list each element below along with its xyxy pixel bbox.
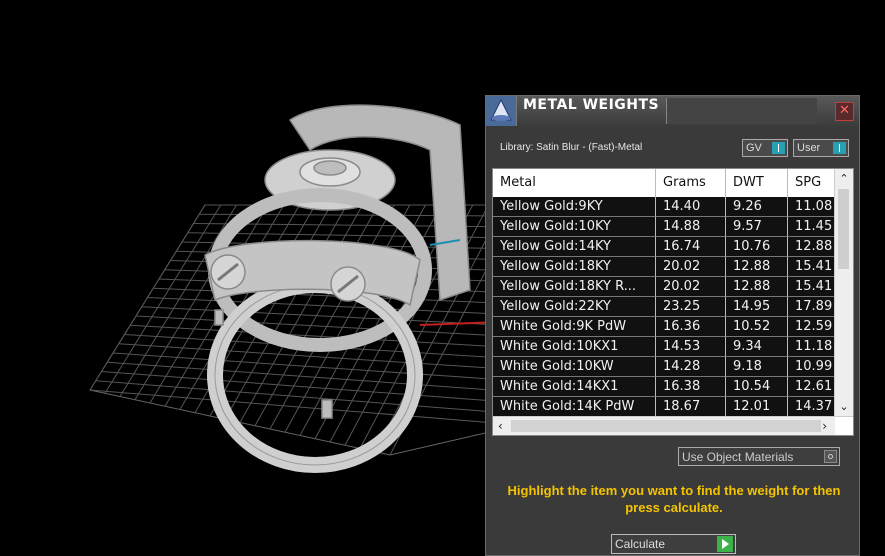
cell-grams: 20.02 [656, 257, 726, 277]
cell-spg: 11.45 [788, 217, 835, 237]
close-button[interactable]: ✕ [835, 102, 854, 121]
table-row[interactable]: White Gold:10KW 14.28 9.18 10.99 [493, 357, 835, 377]
table-row[interactable]: Yellow Gold:9KY 14.40 9.26 11.08 [493, 197, 835, 217]
metal-table[interactable]: Metal Grams DWT SPG Yellow Gold:9KY 14.40… [492, 168, 854, 436]
cell-grams: 14.88 [656, 217, 726, 237]
cell-dwt: 12.88 [726, 257, 788, 277]
title-tab [666, 98, 817, 124]
cell-metal: White Gold:14K PdW [493, 397, 656, 417]
cell-spg: 11.18 [788, 337, 835, 357]
table-row[interactable]: Yellow Gold:14KY 16.74 10.76 12.88 [493, 237, 835, 257]
cell-dwt: 9.57 [726, 217, 788, 237]
cell-grams: 16.38 [656, 377, 726, 397]
cell-grams: 23.25 [656, 297, 726, 317]
cell-spg: 10.99 [788, 357, 835, 377]
cell-spg: 15.41 [788, 257, 835, 277]
use-object-materials-label: Use Object Materials [682, 450, 794, 464]
cell-dwt: 14.95 [726, 297, 788, 317]
scroll-corner [835, 417, 853, 435]
horizontal-scrollbar[interactable]: ‹ › [493, 416, 853, 435]
metal-weights-app-icon [486, 96, 517, 126]
cell-dwt: 10.54 [726, 377, 788, 397]
grid-line [135, 315, 521, 338]
calculate-label: Calculate [615, 537, 666, 551]
cell-metal: Yellow Gold:10KY [493, 217, 656, 237]
grid-line [187, 232, 521, 239]
cell-metal: Yellow Gold:22KY [493, 297, 656, 317]
column-header-dwt[interactable]: DWT [726, 169, 788, 197]
cell-metal: Yellow Gold:18KY [493, 257, 656, 277]
cell-spg: 12.61 [788, 377, 835, 397]
gv-toggle-label: GV [746, 142, 762, 154]
use-object-materials-toggle[interactable]: Use Object Materials [678, 447, 840, 466]
table-row[interactable]: Yellow Gold:18KY 20.02 12.88 15.41 [493, 257, 835, 277]
metal-weights-panel: METAL WEIGHTS ✕ Library: Satin Blur - (F… [485, 95, 860, 556]
cell-metal: White Gold:10KX1 [493, 337, 656, 357]
cell-dwt: 10.52 [726, 317, 788, 337]
panel-titlebar[interactable]: METAL WEIGHTS ✕ [486, 96, 859, 126]
toggle-switch-icon [772, 142, 785, 154]
scroll-thumb[interactable] [511, 420, 821, 432]
cell-spg: 12.88 [788, 237, 835, 257]
cell-dwt: 12.01 [726, 397, 788, 417]
chevron-right-icon[interactable]: › [822, 419, 827, 433]
cell-dwt: 9.34 [726, 337, 788, 357]
chevron-down-icon[interactable]: ⌄ [838, 401, 850, 413]
user-toggle-label: User [797, 142, 821, 154]
cell-grams: 16.36 [656, 317, 726, 337]
cell-grams: 14.40 [656, 197, 726, 217]
toggle-switch-icon [833, 142, 846, 154]
table-body: Yellow Gold:9KY 14.40 9.26 11.08 Yellow Gold… [493, 197, 835, 417]
table-row[interactable]: Yellow Gold:10KY 14.88 9.57 11.45 [493, 217, 835, 237]
cell-spg: 11.08 [788, 197, 835, 217]
cell-metal: White Gold:9K PdW [493, 317, 656, 337]
column-header-metal[interactable]: Metal [493, 169, 656, 197]
cell-spg: 15.41 [788, 277, 835, 297]
cell-grams: 14.28 [656, 357, 726, 377]
close-icon: ✕ [839, 103, 850, 118]
cell-spg: 14.37 [788, 397, 835, 417]
cell-dwt: 12.88 [726, 277, 788, 297]
cell-metal: Yellow Gold:9KY [493, 197, 656, 217]
cell-dwt: 9.18 [726, 357, 788, 377]
scroll-thumb[interactable] [838, 189, 849, 269]
table-row[interactable]: Yellow Gold:18KY R... 20.02 12.88 15.41 [493, 277, 835, 297]
cell-spg: 17.89 [788, 297, 835, 317]
cell-metal: White Gold:14KX1 [493, 377, 656, 397]
column-header-spg[interactable]: SPG [788, 169, 835, 197]
play-icon [717, 536, 733, 552]
table-header: Metal Grams DWT SPG [493, 169, 835, 197]
column-header-grams[interactable]: Grams [656, 169, 726, 197]
cell-grams: 18.67 [656, 397, 726, 417]
gv-toggle[interactable]: GV [742, 139, 788, 157]
user-toggle[interactable]: User [793, 139, 849, 157]
cell-spg: 12.59 [788, 317, 835, 337]
radio-icon [824, 450, 837, 463]
chevron-left-icon[interactable]: ‹ [498, 419, 503, 433]
table-row[interactable]: Yellow Gold:22KY 23.25 14.95 17.89 [493, 297, 835, 317]
table-row[interactable]: White Gold:10KX1 14.53 9.34 11.18 [493, 337, 835, 357]
cell-dwt: 10.76 [726, 237, 788, 257]
cell-grams: 14.53 [656, 337, 726, 357]
cell-grams: 16.74 [656, 237, 726, 257]
calculate-button[interactable]: Calculate [611, 534, 736, 554]
cell-grams: 20.02 [656, 277, 726, 297]
grid-line [95, 380, 521, 415]
vertical-scrollbar[interactable]: ⌃ ⌄ [834, 169, 853, 417]
cell-metal: Yellow Gold:18KY R... [493, 277, 656, 297]
panel-title: METAL WEIGHTS [523, 97, 660, 113]
instruction-text: Highlight the item you want to find the … [507, 483, 841, 515]
library-label: Library: Satin Blur - (Fast)-Metal [500, 142, 643, 153]
cell-dwt: 9.26 [726, 197, 788, 217]
table-row[interactable]: White Gold:9K PdW 16.36 10.52 12.59 [493, 317, 835, 337]
table-row[interactable]: White Gold:14KX1 16.38 10.54 12.61 [493, 377, 835, 397]
chevron-up-icon[interactable]: ⌃ [838, 173, 850, 185]
cell-metal: Yellow Gold:14KY [493, 237, 656, 257]
cell-metal: White Gold:10KW [493, 357, 656, 377]
table-row[interactable]: White Gold:14K PdW 18.67 12.01 14.37 [493, 397, 835, 417]
